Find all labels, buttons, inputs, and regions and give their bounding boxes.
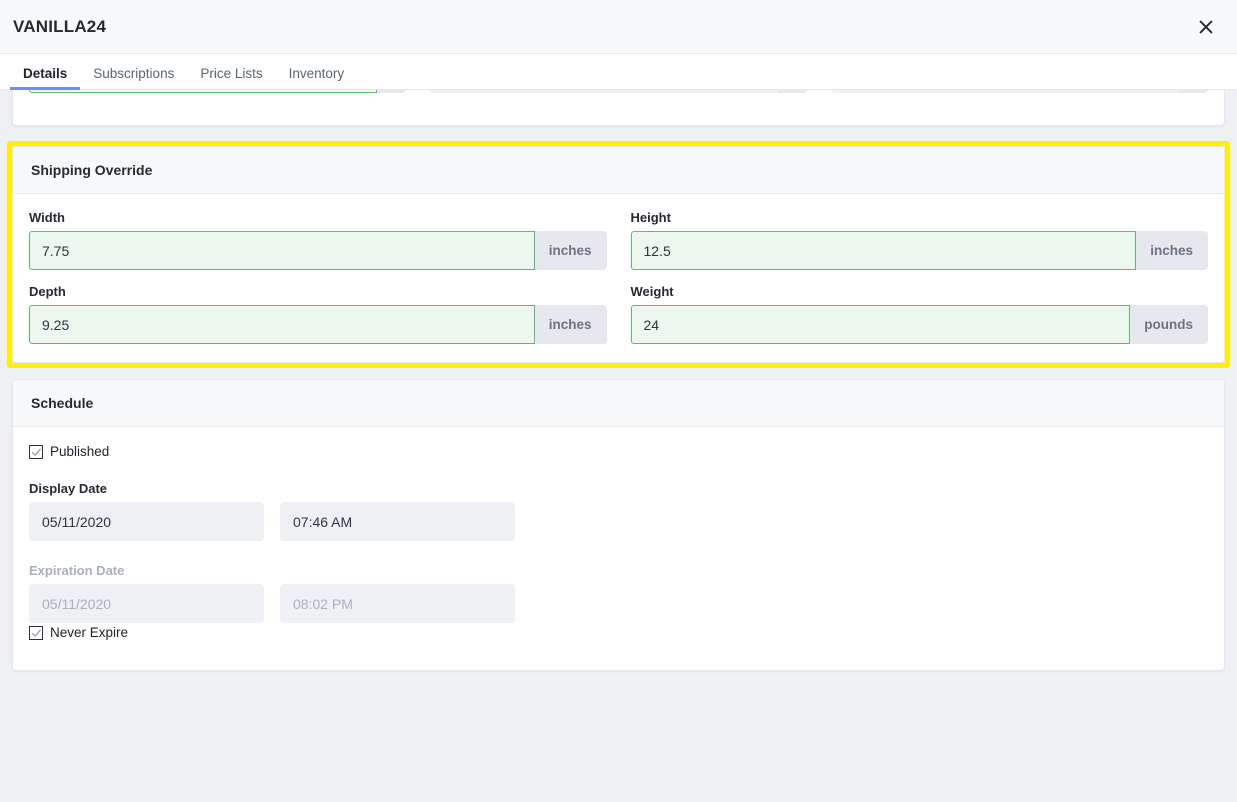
clipped-input-3[interactable] — [831, 90, 1179, 93]
published-label: Published — [50, 444, 110, 460]
weight-input[interactable] — [630, 305, 1131, 344]
expiration-time-input — [280, 584, 515, 623]
tab-price-lists[interactable]: Price Lists — [187, 66, 275, 90]
tab-subscriptions[interactable]: Subscriptions — [80, 66, 187, 90]
close-button[interactable] — [1189, 10, 1223, 44]
clipped-suffix-3 — [1179, 90, 1208, 93]
checked-checkbox-icon — [29, 445, 43, 459]
field-label-depth: Depth — [29, 284, 66, 299]
field-label-width: Width — [29, 210, 65, 225]
field-depth: Depth inches — [29, 284, 607, 344]
tab-details[interactable]: Details — [10, 66, 81, 90]
width-unit-label: inches — [534, 231, 607, 270]
clipped-suffix-2 — [778, 90, 807, 93]
depth-unit-label: inches — [534, 305, 607, 344]
display-time-input[interactable] — [280, 502, 515, 541]
clipped-field-2 — [430, 90, 807, 93]
clipped-input-2[interactable] — [430, 90, 778, 93]
never-expire-label: Never Expire — [50, 625, 129, 641]
depth-input[interactable] — [29, 305, 535, 344]
field-label-weight: Weight — [630, 284, 674, 299]
shipping-override-heading: Shipping Override — [13, 147, 1224, 194]
tab-inventory[interactable]: Inventory — [276, 66, 358, 90]
height-input[interactable] — [630, 231, 1137, 270]
clipped-card-above — [12, 90, 1225, 126]
published-checkbox-row[interactable]: Published — [29, 445, 109, 459]
never-expire-checkbox-row[interactable]: Never Expire — [29, 626, 128, 640]
display-date-label: Display Date — [29, 481, 108, 496]
expiration-date-input — [29, 584, 264, 623]
field-label-height: Height — [630, 210, 671, 225]
field-width: Width inches — [29, 210, 607, 270]
schedule-card: Schedule Published Display Date 05/11/20… — [12, 379, 1225, 671]
tab-bar: Details Subscriptions Price Lists Invent… — [0, 54, 1237, 90]
clipped-input-1[interactable] — [29, 90, 377, 93]
height-unit-label: inches — [1136, 231, 1208, 270]
close-icon — [1196, 17, 1216, 37]
clipped-field-1 — [29, 90, 406, 93]
weight-unit-label: pounds — [1130, 305, 1208, 344]
modal-body-scroll[interactable]: Shipping Override Width inches Height — [0, 90, 1237, 802]
clipped-suffix-1 — [377, 90, 406, 93]
schedule-heading: Schedule — [13, 380, 1224, 427]
modal-header: VANILLA24 — [0, 0, 1237, 54]
product-detail-modal: VANILLA24 Details Subscriptions Price Li… — [0, 0, 1237, 802]
shipping-override-card: Shipping Override Width inches Height — [12, 146, 1225, 363]
expiration-date-label: Expiration Date — [29, 563, 125, 578]
field-weight: Weight pounds — [630, 284, 1208, 344]
display-date-input[interactable] — [29, 502, 264, 541]
display-date-block: Display Date — [29, 481, 1208, 541]
clipped-field-3 — [831, 90, 1208, 93]
expiration-date-block: Expiration Date — [29, 563, 1208, 623]
checked-checkbox-icon — [29, 626, 43, 640]
page-title: VANILLA24 — [13, 16, 107, 36]
width-input[interactable] — [29, 231, 535, 270]
field-height: Height inches — [630, 210, 1208, 270]
